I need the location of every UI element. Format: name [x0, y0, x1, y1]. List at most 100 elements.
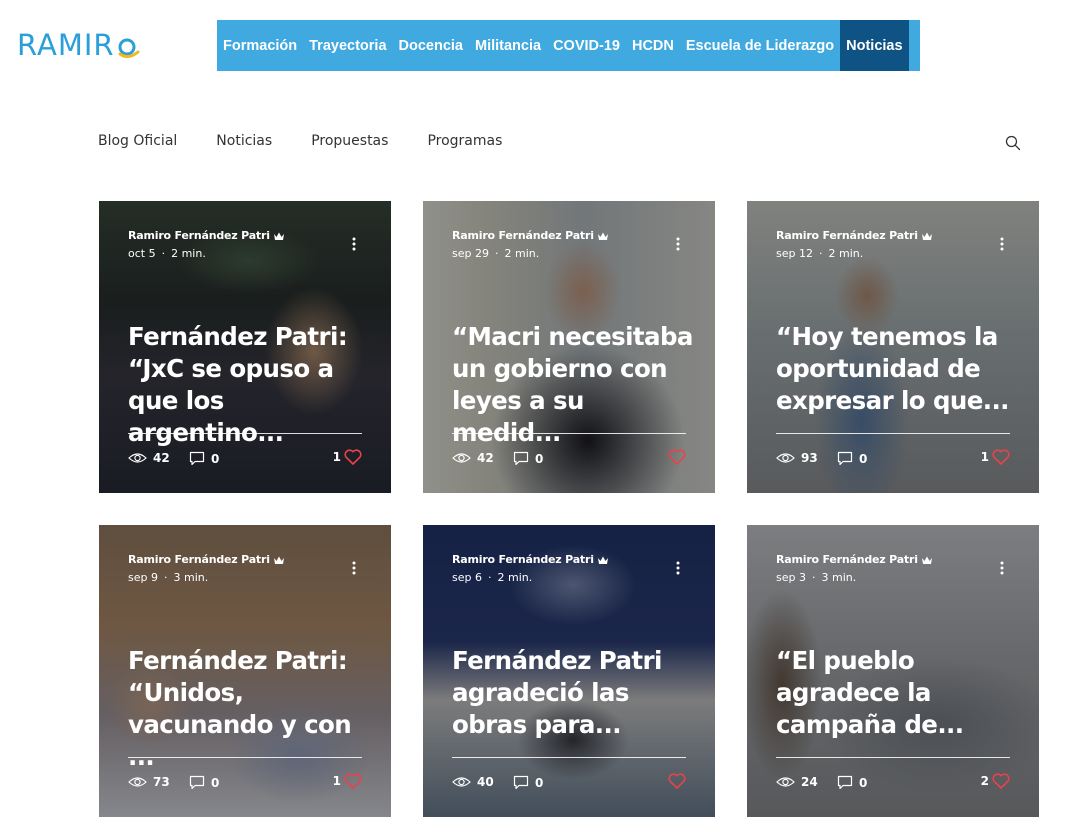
post-likes-count: 1 — [332, 774, 341, 788]
post-date: sep 9 — [128, 571, 158, 584]
more-options-icon[interactable] — [675, 236, 681, 252]
post-card-3[interactable]: Ramiro Fernández Patri sep 12 · 2 min. “Ho… — [747, 201, 1039, 493]
more-options-icon[interactable] — [351, 560, 357, 576]
post-comments-count: 0 — [859, 775, 868, 790]
post-card-1[interactable]: Ramiro Fernández Patri oct 5 · 2 min. Fern… — [99, 201, 391, 493]
nav-hcdn[interactable]: HCDN — [626, 20, 680, 71]
post-likes-count: 1 — [980, 450, 989, 464]
post-meta: oct 5 · 2 min. — [128, 247, 206, 260]
post-comments[interactable]: 0 — [189, 451, 219, 466]
post-author[interactable]: Ramiro Fernández Patri — [128, 229, 285, 242]
more-options-icon[interactable] — [675, 560, 681, 576]
divider — [776, 433, 1010, 434]
post-comments[interactable]: 0 — [837, 451, 867, 466]
post-views-count: 42 — [477, 451, 494, 465]
crown-icon — [597, 232, 608, 240]
nav-docencia[interactable]: Docencia — [393, 20, 469, 71]
eye-icon — [776, 453, 795, 463]
heart-icon — [344, 449, 362, 465]
post-comments[interactable]: 0 — [513, 451, 543, 466]
comment-icon — [513, 775, 529, 790]
post-meta: sep 6 · 2 min. — [452, 571, 533, 584]
post-views: 73 — [128, 775, 170, 789]
divider — [128, 433, 362, 434]
post-read-time: 3 min. — [821, 571, 857, 584]
nav-covid-19[interactable]: COVID-19 — [547, 20, 626, 71]
blognav-blog-oficial[interactable]: Blog Oficial — [98, 133, 177, 149]
post-author-name: Ramiro Fernández Patri — [128, 229, 270, 242]
comment-icon — [189, 451, 205, 466]
search-icon[interactable] — [1005, 135, 1021, 151]
like-button[interactable]: 2 — [981, 773, 1010, 789]
post-comments[interactable]: 0 — [837, 775, 867, 790]
post-title[interactable]: “Macri necesitaba un gobierno con leyes … — [452, 321, 697, 449]
divider — [776, 757, 1010, 758]
post-author-name: Ramiro Fernández Patri — [776, 229, 918, 242]
like-button[interactable] — [665, 449, 686, 465]
post-author[interactable]: Ramiro Fernández Patri — [776, 553, 933, 566]
nav-escuela-de-liderazgo[interactable]: Escuela de Liderazgo — [680, 20, 840, 71]
post-views: 42 — [128, 451, 170, 465]
blognav-noticias[interactable]: Noticias — [216, 133, 272, 149]
like-button[interactable] — [665, 773, 686, 789]
post-author-name: Ramiro Fernández Patri — [452, 229, 594, 242]
post-meta: sep 3 · 3 min. — [776, 571, 857, 584]
post-title[interactable]: Fernández Patri: “JxC se opuso a que los… — [128, 321, 373, 449]
like-button[interactable]: 1 — [333, 449, 362, 465]
post-title[interactable]: Fernández Patri: “Unidos, vacunando y co… — [128, 645, 373, 773]
heart-icon — [992, 449, 1010, 465]
post-date: sep 29 — [452, 247, 489, 260]
comment-icon — [837, 775, 853, 790]
like-button[interactable]: 1 — [981, 449, 1010, 465]
heart-icon — [992, 773, 1010, 789]
more-options-icon[interactable] — [999, 560, 1005, 576]
post-meta: sep 29 · 2 min. — [452, 247, 540, 260]
nav-militancia[interactable]: Militancia — [469, 20, 547, 71]
post-views-count: 73 — [153, 775, 170, 789]
crown-icon — [921, 556, 932, 564]
crown-icon — [921, 232, 932, 240]
post-author-name: Ramiro Fernández Patri — [452, 553, 594, 566]
post-card-6[interactable]: Ramiro Fernández Patri sep 3 · 3 min. “El … — [747, 525, 1039, 817]
post-author[interactable]: Ramiro Fernández Patri — [776, 229, 933, 242]
like-button[interactable]: 1 — [333, 773, 362, 789]
post-author-name: Ramiro Fernández Patri — [128, 553, 270, 566]
post-read-time: 2 min. — [171, 247, 206, 260]
eye-icon — [128, 777, 147, 787]
nav-noticias[interactable]: Noticias — [840, 20, 909, 71]
post-read-time: 2 min. — [504, 247, 540, 260]
more-options-icon[interactable] — [351, 236, 357, 252]
site-logo[interactable]: RAMIR — [17, 27, 140, 63]
divider — [128, 757, 362, 758]
post-author[interactable]: Ramiro Fernández Patri — [452, 229, 609, 242]
post-card-5[interactable]: Ramiro Fernández Patri sep 6 · 2 min. Fern… — [423, 525, 715, 817]
eye-icon — [452, 453, 471, 463]
comment-icon — [189, 775, 205, 790]
post-author[interactable]: Ramiro Fernández Patri — [452, 553, 609, 566]
post-views: 40 — [452, 775, 494, 789]
post-author[interactable]: Ramiro Fernández Patri — [128, 553, 285, 566]
eye-icon — [128, 453, 147, 463]
eye-icon — [776, 777, 795, 787]
post-views: 42 — [452, 451, 494, 465]
nav-trayectoria[interactable]: Trayectoria — [303, 20, 392, 71]
post-date: oct 5 — [128, 247, 156, 260]
post-card-4[interactable]: Ramiro Fernández Patri sep 9 · 3 min. Fern… — [99, 525, 391, 817]
post-views-count: 42 — [153, 451, 170, 465]
post-title[interactable]: “Hoy tenemos la oportunidad de expresar … — [776, 321, 1021, 417]
blognav-propuestas[interactable]: Propuestas — [311, 133, 388, 149]
post-comments[interactable]: 0 — [513, 775, 543, 790]
crown-icon — [597, 556, 608, 564]
logo-text: RAMIR — [17, 28, 115, 62]
post-card-2[interactable]: Ramiro Fernández Patri sep 29 · 2 min. “Ma… — [423, 201, 715, 493]
blognav-programas[interactable]: Programas — [427, 133, 502, 149]
post-views: 93 — [776, 451, 818, 465]
post-views-count: 24 — [801, 775, 818, 789]
post-title[interactable]: “El pueblo agradece la campaña de... — [776, 645, 1021, 741]
post-comments[interactable]: 0 — [189, 775, 219, 790]
nav-formacion[interactable]: Formación — [217, 20, 303, 71]
comment-icon — [837, 451, 853, 466]
post-title[interactable]: Fernández Patri agradeció las obras para… — [452, 645, 697, 741]
more-options-icon[interactable] — [999, 236, 1005, 252]
post-meta: sep 9 · 3 min. — [128, 571, 209, 584]
